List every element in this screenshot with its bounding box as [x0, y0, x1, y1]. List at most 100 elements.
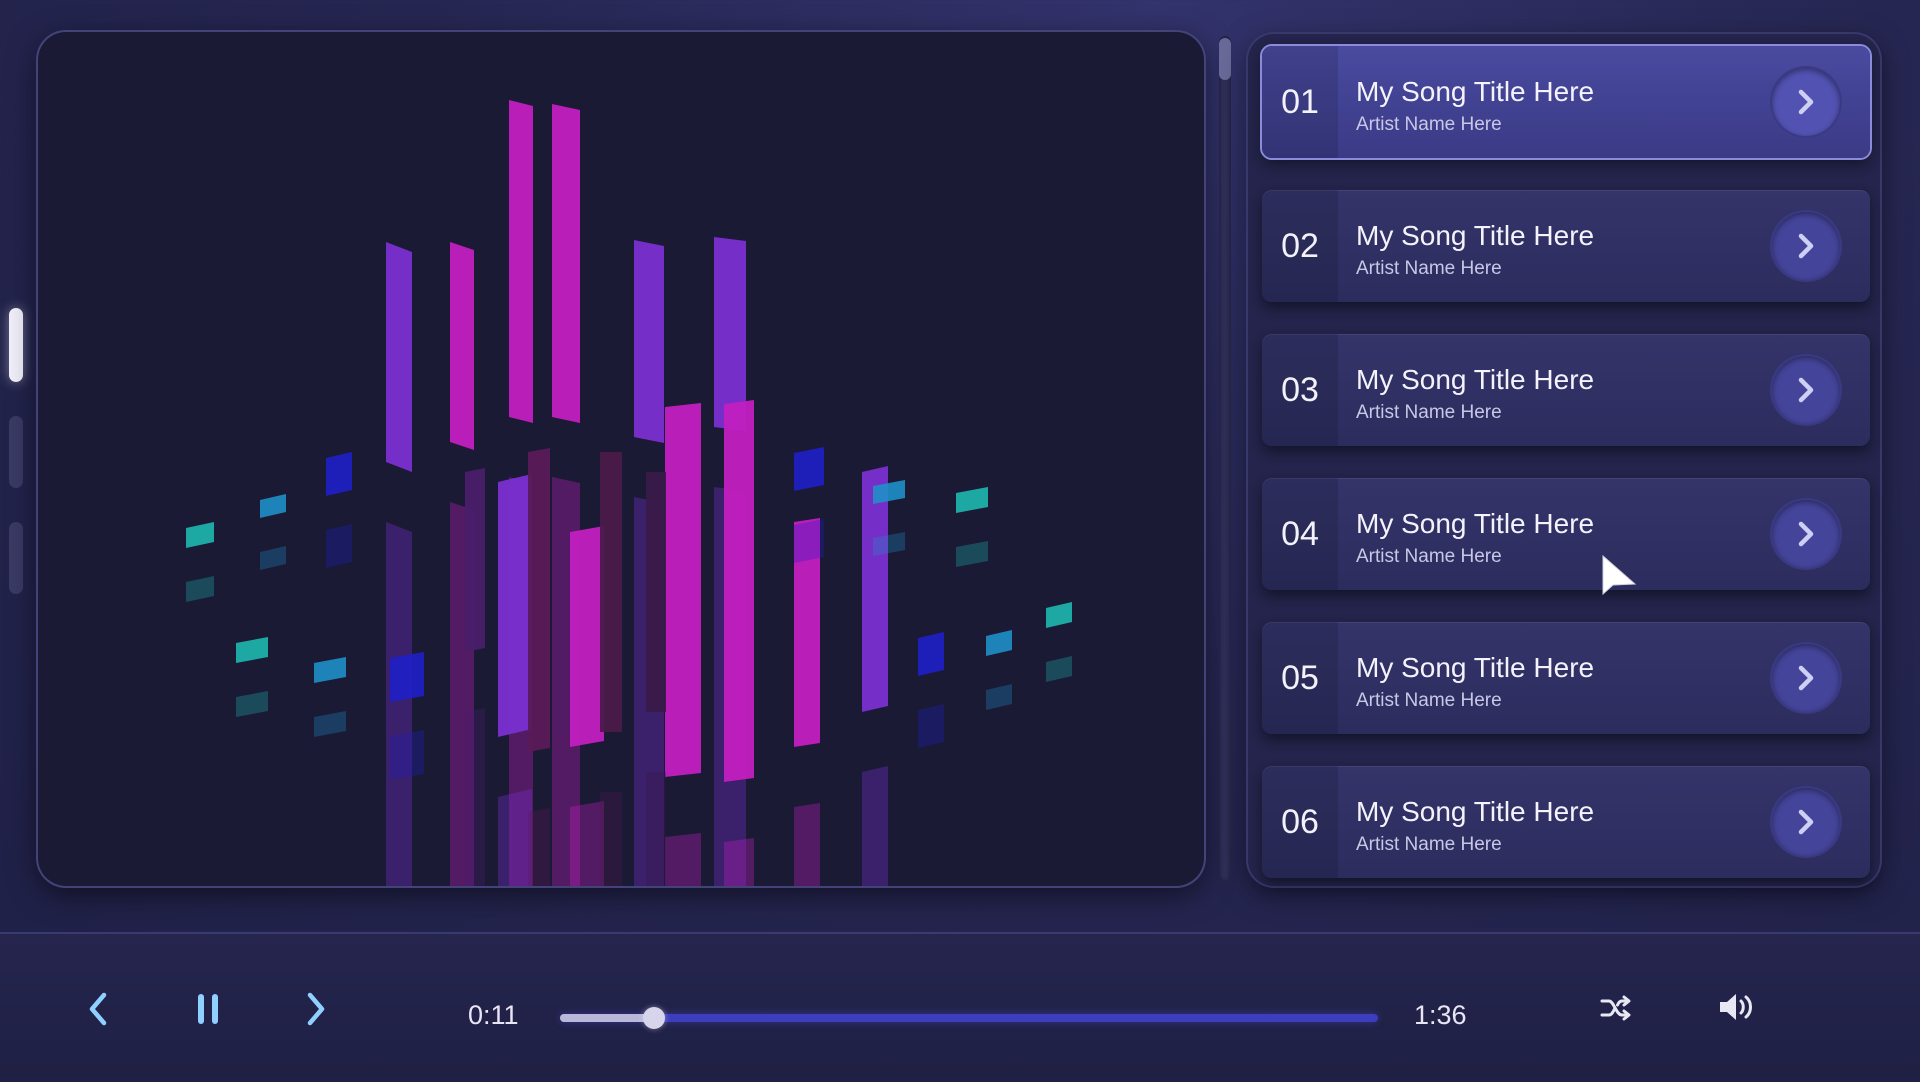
track-artist: Artist Name Here	[1356, 546, 1502, 567]
visualizer-bar	[600, 452, 622, 732]
volume-button[interactable]	[1714, 984, 1758, 1030]
chevron-right-icon	[1798, 377, 1814, 403]
visualizer-tile	[794, 447, 824, 491]
progress-bar[interactable]	[560, 1007, 1378, 1029]
visualizer-tile	[260, 494, 286, 518]
visualizer-tile	[326, 452, 352, 496]
visualizer-tile	[986, 630, 1012, 656]
track-artist: Artist Name Here	[1356, 258, 1502, 279]
track-title: My Song Title Here	[1356, 796, 1595, 827]
visualizer-tile-reflection	[236, 691, 268, 717]
visualizer-tile-reflection	[260, 546, 286, 570]
track-artist: Artist Name Here	[1356, 114, 1502, 135]
chevron-right-icon	[307, 992, 325, 1026]
track-play-button[interactable]	[1772, 68, 1840, 136]
track-number: 06	[1262, 766, 1338, 878]
chevron-left-icon	[89, 992, 107, 1026]
visualizer-tile-reflection	[186, 576, 214, 602]
visualizer-bar	[634, 240, 664, 443]
visualizer-bar	[724, 400, 754, 782]
visualizer-bar	[570, 526, 604, 747]
panel-scrollbar[interactable]	[1219, 36, 1231, 882]
track-play-button[interactable]	[1772, 788, 1840, 856]
audio-visualizer-panel	[38, 32, 1204, 886]
track-play-button[interactable]	[1772, 212, 1840, 280]
visualizer-tile	[314, 657, 346, 683]
page-indicator-dot-active[interactable]	[9, 308, 23, 382]
chevron-right-icon	[1798, 89, 1814, 115]
shuffle-button[interactable]	[1596, 986, 1636, 1030]
visualizer-bar-reflection	[528, 808, 550, 886]
track-number: 04	[1262, 478, 1338, 590]
track-title: My Song Title Here	[1356, 652, 1595, 683]
track-artist: Artist Name Here	[1356, 834, 1502, 855]
visualizer-tile	[236, 637, 268, 663]
visualizer-bar-reflection	[665, 833, 701, 886]
track-artist: Artist Name Here	[1356, 690, 1502, 711]
visualizer-bar-reflection	[465, 708, 485, 886]
visualizer-tile	[390, 652, 424, 702]
track-number: 03	[1262, 334, 1338, 446]
visualizer-bar-reflection	[386, 522, 412, 886]
track-artist: Artist Name Here	[1356, 402, 1502, 423]
playlist-panel: 01 My Song Title Here Artist Name Here 0…	[1248, 34, 1880, 886]
track-play-button[interactable]	[1772, 356, 1840, 424]
playlist-track[interactable]: 05 My Song Title Here Artist Name Here	[1262, 622, 1870, 734]
page-indicator-dot[interactable]	[9, 522, 23, 594]
visualizer-bar-reflection	[600, 792, 622, 886]
page-indicator-dot[interactable]	[9, 416, 23, 488]
mouse-cursor-icon	[1602, 554, 1637, 596]
chevron-right-icon	[1798, 233, 1814, 259]
chevron-right-icon	[1798, 809, 1814, 835]
visualizer-tile-reflection	[986, 684, 1012, 710]
visualizer-bar	[509, 100, 533, 423]
volume-icon	[1720, 994, 1752, 1020]
visualizer-bar-reflection	[570, 801, 604, 886]
visualizer-tile-reflection	[918, 704, 944, 748]
playlist-track[interactable]: 02 My Song Title Here Artist Name Here	[1262, 190, 1870, 302]
visualizer-tile-reflection	[390, 730, 424, 780]
track-play-button[interactable]	[1772, 500, 1840, 568]
scrollbar-thumb[interactable]	[1219, 38, 1231, 80]
chevron-right-icon	[1798, 521, 1814, 547]
visualizer-bar	[665, 403, 701, 777]
track-number: 05	[1262, 622, 1338, 734]
playlist-track[interactable]: 01 My Song Title Here Artist Name Here	[1262, 46, 1870, 158]
page-indicator	[9, 308, 23, 628]
visualizer-bar-reflection	[794, 803, 820, 886]
pause-button[interactable]	[186, 984, 230, 1034]
visualizer-tile-reflection	[1046, 656, 1072, 682]
audio-visualizer	[186, 100, 1072, 886]
playlist-track[interactable]: 04 My Song Title Here Artist Name Here	[1262, 478, 1870, 590]
track-title: My Song Title Here	[1356, 76, 1595, 107]
visualizer-bar-reflection	[646, 772, 666, 886]
visualizer-bar	[552, 104, 580, 423]
visualizer-bar	[498, 474, 532, 737]
visualizer-tile-reflection	[314, 711, 346, 737]
playlist-track[interactable]: 06 My Song Title Here Artist Name Here	[1262, 766, 1870, 878]
current-time: 0:11	[468, 1000, 519, 1030]
visualizer-tile	[186, 522, 214, 548]
visualizer-bar	[386, 242, 412, 472]
visualizer-tile-reflection	[956, 541, 988, 567]
visualizer-bar-reflection	[498, 789, 532, 886]
track-title: My Song Title Here	[1356, 220, 1595, 251]
visualizer-tile-reflection	[794, 519, 824, 563]
visualizer-tile	[956, 487, 988, 513]
track-title: My Song Title Here	[1356, 364, 1595, 395]
track-play-button[interactable]	[1772, 644, 1840, 712]
progress-knob[interactable]	[643, 1007, 666, 1029]
track-number: 02	[1262, 190, 1338, 302]
visualizer-bar	[528, 448, 550, 752]
total-time: 1:36	[1414, 1000, 1467, 1030]
visualizer-tile	[918, 632, 944, 676]
next-button[interactable]	[294, 984, 338, 1034]
visualizer-bar	[465, 468, 485, 652]
visualizer-bar-reflection	[724, 838, 754, 886]
visualizer-bar	[646, 472, 666, 712]
track-number: 01	[1262, 46, 1338, 158]
playlist-track[interactable]: 03 My Song Title Here Artist Name Here	[1262, 334, 1870, 446]
chevron-right-icon	[1798, 665, 1814, 691]
previous-button[interactable]	[76, 984, 120, 1034]
shuffle-icon	[1600, 995, 1631, 1021]
